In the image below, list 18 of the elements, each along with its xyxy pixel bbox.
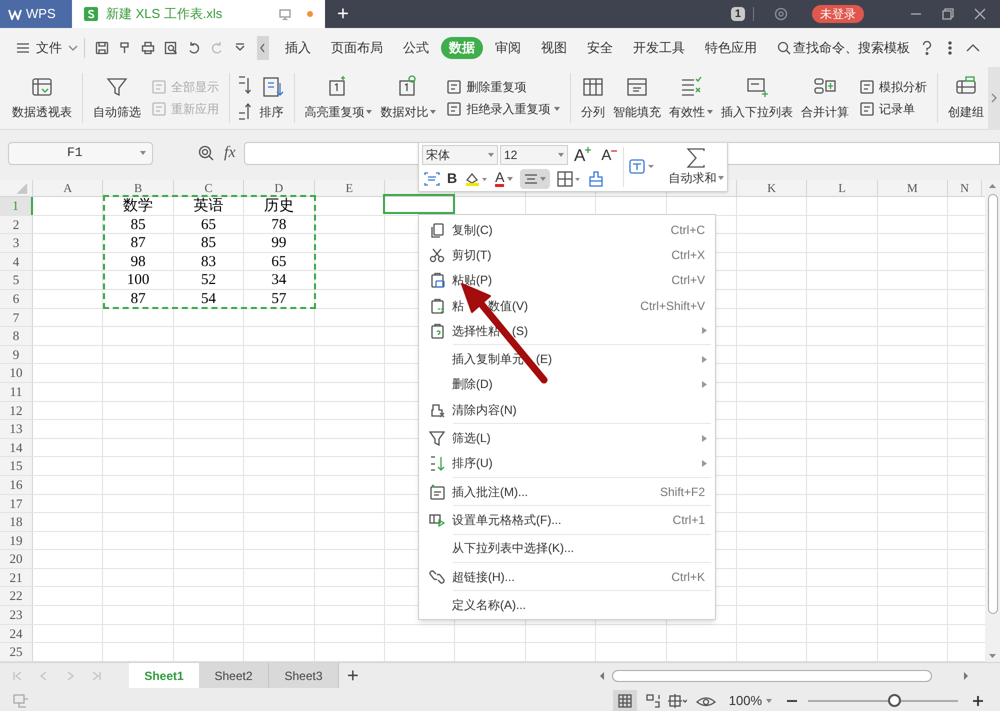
- table-cell: 数学: [103, 197, 174, 215]
- table-cell: 78: [244, 216, 315, 234]
- table-cell: 英语: [174, 197, 244, 215]
- table-cell: 57: [244, 290, 315, 308]
- table-cell: 83: [174, 252, 244, 270]
- table-cell: 99: [244, 234, 315, 252]
- table-cell: 98: [103, 252, 174, 270]
- table-cell: 34: [244, 271, 315, 289]
- table-cell: 87: [103, 290, 174, 308]
- table-cell: 54: [174, 290, 244, 308]
- table-cell: 85: [103, 216, 174, 234]
- table-cell: 87: [103, 234, 174, 252]
- table-cell: 85: [174, 234, 244, 252]
- table-cell: 100: [103, 271, 174, 289]
- table-cell: 52: [174, 271, 244, 289]
- table-cell: 历史: [244, 197, 315, 215]
- table-cell: 65: [174, 216, 244, 234]
- table-cell: 65: [244, 252, 315, 270]
